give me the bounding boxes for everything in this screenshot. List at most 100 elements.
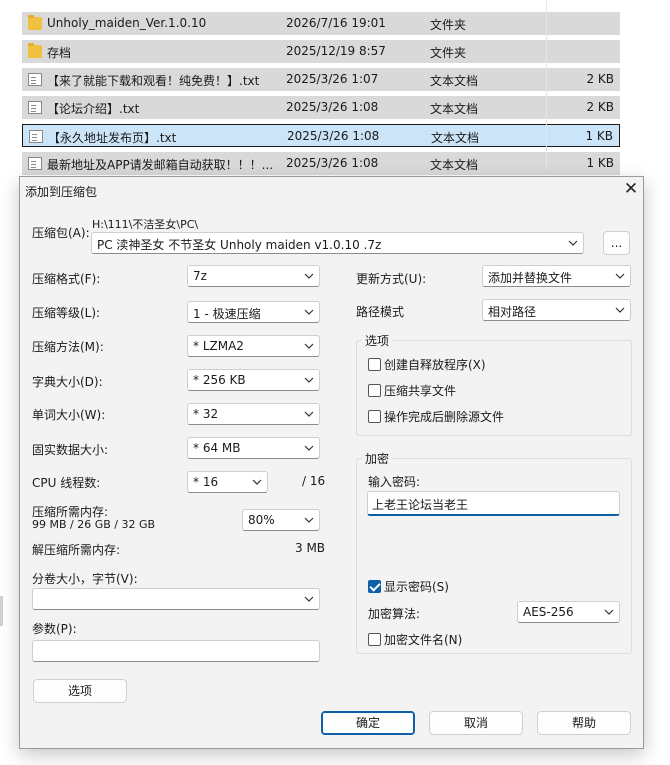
delete-source-checkbox[interactable]: 操作完成后删除源文件 bbox=[368, 408, 504, 425]
archive-name-value: PC 渎神圣女 不节圣女 Unholy maiden v1.0.10 .7z bbox=[97, 238, 382, 252]
path-mode-label: 路径模式 bbox=[356, 305, 405, 319]
show-password-checkbox[interactable]: 显示密码(S) bbox=[368, 578, 449, 595]
add-to-archive-dialog: 添加到压缩包 ✕ 压缩包(A): H:\111\不洁圣女\PC\ PC 渎神圣女… bbox=[19, 176, 644, 749]
background-window-edge bbox=[0, 596, 3, 626]
dictionary-value: * 256 KB bbox=[193, 373, 246, 387]
file-date: 2025/3/26 1:07 bbox=[286, 72, 379, 86]
file-row[interactable]: 【来了就能下载和观看！纯免费！】.txt 2025/3/26 1:07 文本文档… bbox=[22, 68, 620, 91]
folder-icon bbox=[28, 15, 42, 30]
delete-source-label: 操作完成后删除源文件 bbox=[384, 410, 505, 424]
browse-button[interactable]: ... bbox=[603, 231, 630, 255]
encryption-method-value: AES-256 bbox=[523, 605, 574, 619]
folder-icon bbox=[28, 43, 42, 58]
chevron-down-icon bbox=[302, 269, 316, 283]
file-type: 文本文档 bbox=[430, 102, 479, 116]
parameters-input[interactable] bbox=[32, 640, 320, 662]
word-size-value: * 32 bbox=[193, 407, 219, 421]
checkbox-box bbox=[368, 633, 381, 646]
encrypt-names-label: 加密文件名(N) bbox=[384, 633, 463, 647]
text-file-icon bbox=[28, 157, 42, 170]
text-file-icon bbox=[28, 73, 42, 86]
file-name: 存档 bbox=[47, 46, 72, 60]
chevron-down-icon bbox=[602, 605, 616, 619]
file-size: 2 KB bbox=[586, 72, 614, 86]
file-row[interactable]: 最新地址及APP请发邮箱自动获取！！！... 2025/3/26 1:08 文本… bbox=[22, 152, 620, 175]
format-select[interactable]: 7z bbox=[187, 265, 320, 287]
file-name: 【论坛介绍】.txt bbox=[47, 102, 140, 116]
format-value: 7z bbox=[193, 269, 207, 283]
text-file-icon bbox=[29, 130, 43, 143]
file-row[interactable]: 存档 2025/12/19 8:57 文件夹 bbox=[22, 40, 620, 63]
checkbox-box bbox=[368, 410, 381, 423]
chevron-down-icon bbox=[613, 269, 627, 283]
file-type: 文本文档 bbox=[431, 131, 480, 145]
password-value: 上老王论坛当老王 bbox=[372, 498, 469, 512]
chevron-down-icon bbox=[250, 475, 264, 489]
memory-usage-value: 80% bbox=[248, 513, 275, 527]
update-mode-value: 添加并替换文件 bbox=[488, 271, 573, 285]
checkbox-box bbox=[368, 384, 381, 397]
ok-button[interactable]: 确定 bbox=[321, 711, 415, 735]
decompress-memory-value: 3 MB bbox=[295, 541, 326, 555]
file-name: 最新地址及APP请发邮箱自动获取！！！... bbox=[47, 158, 274, 172]
file-size: 1 KB bbox=[586, 156, 614, 170]
archive-name-combo[interactable]: PC 渎神圣女 不节圣女 Unholy maiden v1.0.10 .7z bbox=[91, 232, 584, 254]
solid-size-select[interactable]: * 64 MB bbox=[187, 437, 320, 459]
file-size: 1 KB bbox=[585, 129, 613, 143]
dictionary-label: 字典大小(D): bbox=[32, 375, 103, 389]
options-button[interactable]: 选项 bbox=[33, 679, 127, 703]
level-select[interactable]: 1 - 极速压缩 bbox=[187, 301, 320, 323]
threads-select[interactable]: * 16 bbox=[187, 471, 268, 493]
file-name: 【来了就能下载和观看！纯免费！】.txt bbox=[47, 74, 260, 88]
threads-value: * 16 bbox=[193, 475, 219, 489]
file-row[interactable]: Unholy_maiden_Ver.1.0.10 2026/7/16 19:01… bbox=[22, 12, 620, 35]
encryption-group-title: 加密 bbox=[362, 450, 393, 467]
archive-path: H:\111\不洁圣女\PC\ bbox=[92, 218, 199, 231]
threads-max: / 16 bbox=[302, 474, 326, 488]
file-date: 2025/3/26 1:08 bbox=[286, 100, 379, 114]
file-size: 2 KB bbox=[586, 100, 614, 114]
chevron-down-icon bbox=[302, 407, 316, 421]
encryption-method-select[interactable]: AES-256 bbox=[517, 601, 620, 623]
file-type: 文件夹 bbox=[430, 46, 467, 60]
password-input[interactable]: 上老王论坛当老王 bbox=[367, 491, 620, 516]
cancel-button[interactable]: 取消 bbox=[429, 711, 523, 735]
dialog-title: 添加到压缩包 bbox=[25, 185, 98, 199]
format-label: 压缩格式(F): bbox=[32, 272, 101, 286]
path-mode-select[interactable]: 相对路径 bbox=[482, 299, 631, 321]
options-group-title: 选项 bbox=[362, 332, 393, 349]
word-size-select[interactable]: * 32 bbox=[187, 403, 320, 425]
file-row[interactable]: 【论坛介绍】.txt 2025/3/26 1:08 文本文档 2 KB bbox=[22, 96, 620, 119]
file-date: 2026/7/16 19:01 bbox=[286, 16, 386, 30]
word-size-label: 单词大小(W): bbox=[32, 408, 106, 422]
path-mode-value: 相对路径 bbox=[488, 305, 537, 319]
file-row-selected[interactable]: 【永久地址发布页】.txt 2025/3/26 1:08 文本文档 1 KB bbox=[22, 124, 620, 147]
chevron-down-icon bbox=[302, 513, 316, 527]
chevron-down-icon bbox=[302, 441, 316, 455]
memory-usage-select[interactable]: 80% bbox=[242, 509, 320, 531]
dictionary-select[interactable]: * 256 KB bbox=[187, 369, 320, 391]
level-value: 1 - 极速压缩 bbox=[193, 307, 261, 321]
help-button[interactable]: 帮助 bbox=[537, 711, 631, 735]
create-sfx-checkbox[interactable]: 创建自释放程序(X) bbox=[368, 356, 486, 373]
method-select[interactable]: * LZMA2 bbox=[187, 335, 320, 357]
chevron-down-icon bbox=[566, 236, 580, 250]
method-value: * LZMA2 bbox=[193, 339, 244, 353]
parameters-label: 参数(P): bbox=[32, 622, 77, 636]
volume-size-combo[interactable] bbox=[32, 588, 320, 610]
file-type: 文件夹 bbox=[430, 18, 467, 32]
chevron-down-icon bbox=[302, 339, 316, 353]
file-date: 2025/3/26 1:08 bbox=[286, 156, 379, 170]
shared-files-checkbox[interactable]: 压缩共享文件 bbox=[368, 382, 456, 399]
update-mode-select[interactable]: 添加并替换文件 bbox=[482, 265, 631, 287]
column-divider bbox=[546, 0, 547, 170]
archive-label: 压缩包(A): bbox=[32, 226, 90, 240]
decompress-memory-label: 解压缩所需内存: bbox=[32, 543, 121, 557]
password-label: 输入密码: bbox=[368, 475, 421, 489]
method-label: 压缩方法(M): bbox=[32, 340, 104, 354]
volume-label: 分卷大小，字节(V): bbox=[32, 572, 138, 586]
close-icon[interactable]: ✕ bbox=[621, 179, 641, 199]
shared-files-label: 压缩共享文件 bbox=[384, 384, 457, 398]
encrypt-names-checkbox[interactable]: 加密文件名(N) bbox=[368, 631, 462, 648]
memory-detail: 99 MB / 26 GB / 32 GB bbox=[32, 518, 156, 531]
